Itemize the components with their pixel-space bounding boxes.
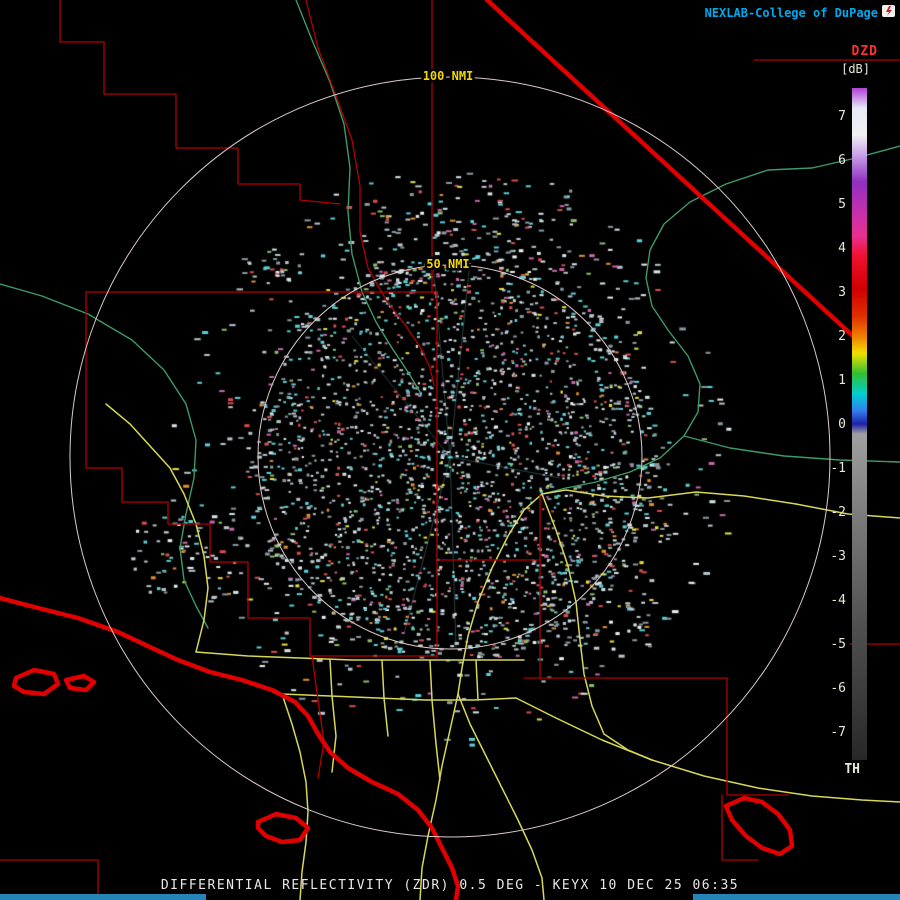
county-line: [305, 0, 435, 386]
state-border-line: [63, 673, 97, 693]
county-line: [523, 677, 789, 796]
basemap-layer: [0, 0, 900, 900]
colorbar-tick: 5: [838, 197, 846, 212]
radar-display: 100 NMI 50 NMI 7 6 5 4 3 2 1 0 -1 -2 -3 -4 -5 -6 -7 NEXL…: [0, 0, 900, 900]
cod-logo-icon: [881, 3, 897, 19]
colorbar-tick: 1: [838, 373, 846, 388]
product-code-label: DZD: [851, 44, 878, 59]
highway-line: [457, 693, 545, 900]
highway-line: [281, 693, 309, 900]
highway-line: [475, 659, 479, 701]
highway-line: [515, 697, 900, 803]
highway-line: [457, 489, 900, 695]
cod-logo-glyph: [882, 5, 895, 17]
colorbar-tick: -1: [830, 461, 846, 476]
colorbar-tick: -3: [830, 549, 846, 564]
county-line: [311, 655, 325, 779]
state-border-line: [255, 811, 311, 845]
highway-line: [105, 403, 209, 653]
colorbar-tick: 2: [838, 329, 846, 344]
colorbar-tick: 4: [838, 241, 846, 256]
colorbar-tick: 3: [838, 285, 846, 300]
colorbar: 7 6 5 4 3 2 1 0 -1 -2 -3 -4 -5 -6 -7: [830, 88, 867, 760]
footer-bar-left: [0, 894, 206, 900]
range-rings-layer: 100 NMI 50 NMI: [69, 67, 831, 838]
range-ring: [257, 264, 643, 650]
colorbar-tick: -7: [830, 725, 846, 740]
colorbar-gradient: [852, 88, 867, 760]
colorbar-tick: 6: [838, 153, 846, 168]
range-ring: [69, 76, 831, 838]
state-border-line: [723, 795, 795, 857]
range-ring-label: 100 NMI: [423, 69, 474, 83]
county-line: [59, 0, 341, 205]
colorbar-tick: -5: [830, 637, 846, 652]
river-line: [683, 435, 900, 463]
colorbar-tick: -2: [830, 505, 846, 520]
product-title: DIFFERENTIAL REFLECTIVITY (ZDR) 0.5 DEG …: [160, 878, 740, 893]
colorbar-tick: -6: [830, 681, 846, 696]
state-border-line: [11, 667, 61, 697]
highway-line: [429, 659, 441, 781]
footer-bar-right: [693, 894, 900, 900]
colorbar-tick: 7: [838, 109, 846, 124]
river-line: [0, 283, 209, 629]
brand-text: NEXLAB-College of DuPage: [704, 6, 878, 20]
highway-line: [541, 493, 653, 761]
colorbar-tick: 0: [838, 417, 846, 432]
units-label: [dB]: [841, 62, 870, 76]
river-line: [295, 0, 421, 393]
colorbar-tick: -4: [830, 593, 846, 608]
map-svg: 100 NMI 50 NMI 7 6 5 4 3 2 1 0 -1 -2 -3 -4 -5 -6 -7: [0, 0, 900, 900]
colorbar-bottom-label: TH: [844, 762, 860, 777]
range-ring-label: 50 NMI: [426, 257, 469, 271]
river-line: [541, 145, 900, 495]
county-line: [431, 0, 438, 659]
state-border-line: [0, 595, 461, 900]
